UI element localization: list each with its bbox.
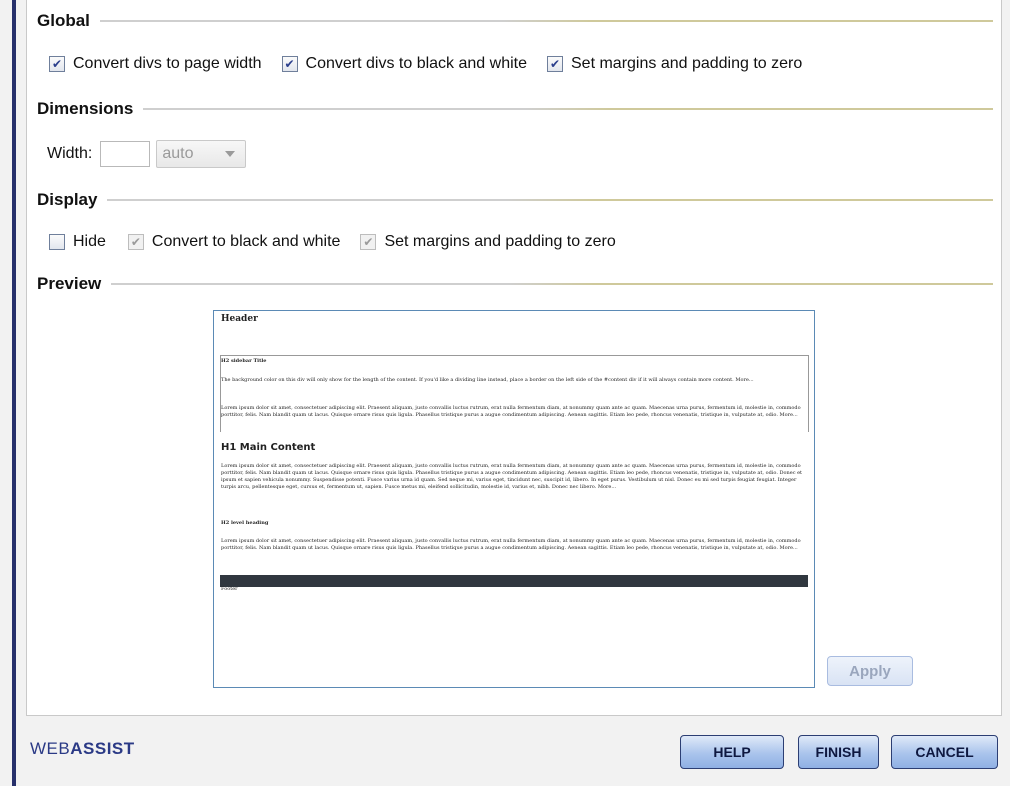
webassist-logo: WEBASSIST [30,739,135,759]
checkbox-label: Set margins and padding to zero [571,55,803,72]
section-display: Display [37,190,993,210]
apply-button[interactable]: Apply [827,656,913,686]
preview-main-title: H1 Main Content [221,442,316,453]
checkbox-label: Convert divs to page width [73,55,262,72]
checkbox-label: Convert to black and white [151,233,341,250]
global-options: ✔ Convert divs to page width ✔ Convert d… [49,55,822,73]
width-unit-dropdown[interactable]: auto [156,140,247,168]
section-divider [111,283,993,285]
finish-button[interactable]: FINISH [798,735,879,769]
checkbox-label: Hide [73,233,106,250]
section-preview: Preview [37,274,993,294]
checkbox-box[interactable] [49,234,65,250]
help-button[interactable]: HELP [680,735,784,769]
preview-sidebar-title: H2 sidebar Title [221,358,267,364]
section-dimensions: Dimensions [37,99,993,119]
preview-sidebar-text: The background color on this div will on… [221,377,754,383]
section-title-dimensions: Dimensions [37,99,134,118]
display-options: Hide ✔ Convert to black and white ✔ Set … [49,233,636,251]
checkbox-convert-divs-black-white[interactable]: ✔ Convert divs to black and white [281,55,527,73]
checkmark-icon[interactable]: ✔ [49,56,65,72]
checkbox-convert-divs-page-width[interactable]: ✔ Convert divs to page width [49,55,262,73]
preview-header: Header [221,314,258,324]
preview-main-text: Lorem ipsum dolor sit amet, consectetuer… [221,463,803,490]
section-title-preview: Preview [37,274,102,293]
settings-panel: Global ✔ Convert divs to page width ✔ Co… [26,0,1002,716]
checkbox-hide[interactable]: Hide [49,233,106,251]
width-input[interactable] [100,141,151,167]
checkmark-icon[interactable]: ✔ [281,56,298,72]
section-title-global: Global [37,11,90,30]
logo-part-assist: ASSIST [70,739,135,758]
checkbox-display-margins-zero[interactable]: ✔ Set margins and padding to zero [360,233,616,251]
preview-sidebar-text: Lorem ipsum dolor sit amet, consectetuer… [221,405,801,418]
preview-footer-bar [220,575,808,587]
preview-main-text: Lorem ipsum dolor sit amet, consectetuer… [221,538,801,551]
width-row: Width: auto [47,140,247,168]
checkmark-icon[interactable]: ✔ [360,234,377,250]
section-global: Global [37,11,993,31]
checkmark-icon[interactable]: ✔ [547,56,563,72]
window-left-border [12,0,16,786]
preview-footer: Footer [221,586,238,592]
preview-pane: Header H2 sidebar Title The background c… [213,310,815,688]
section-title-display: Display [37,190,98,209]
preview-sidebar [220,355,809,432]
width-label: Width: [47,145,93,162]
preview-h2-heading: H2 level heading [221,520,269,526]
section-divider [143,108,993,110]
chevron-down-icon [225,151,236,157]
checkbox-set-margins-padding-zero[interactable]: ✔ Set margins and padding to zero [547,55,802,73]
checkbox-label: Convert divs to black and white [305,55,527,72]
dropdown-value: auto [162,145,194,162]
cancel-button[interactable]: CANCEL [891,735,998,769]
section-divider [107,199,993,201]
checkbox-label: Set margins and padding to zero [384,233,616,250]
section-divider [99,20,993,22]
checkmark-icon[interactable]: ✔ [127,234,144,250]
logo-part-web: WEB [30,739,71,758]
checkbox-convert-black-white[interactable]: ✔ Convert to black and white [127,233,341,251]
